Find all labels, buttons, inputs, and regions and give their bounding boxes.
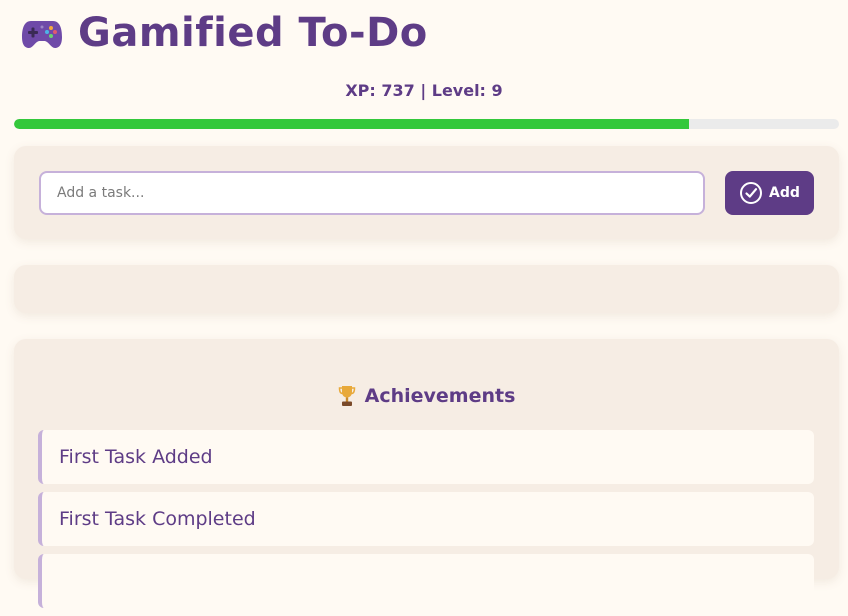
task-list-panel — [14, 265, 839, 313]
check-circle-icon — [740, 182, 763, 204]
add-task-panel: Add — [14, 146, 839, 239]
achievement-label: First Task Added — [59, 446, 213, 468]
achievements-list: First Task Added First Task Completed — [38, 430, 814, 616]
achievements-panel: Achievements First Task Added First Task… — [14, 339, 839, 608]
app-title: Gamified To-Do — [78, 10, 428, 56]
xp-progress-bar — [14, 119, 839, 129]
app-header: Gamified To-Do — [20, 8, 428, 58]
achievements-title: Achievements — [364, 385, 516, 407]
achievement-label: First Task Completed — [59, 508, 256, 530]
xp-progress-fill — [14, 119, 689, 129]
achievement-item — [38, 554, 814, 608]
xp-level-status: XP: 737 | Level: 9 — [345, 81, 503, 100]
achievement-item: First Task Added — [38, 430, 814, 484]
achievements-heading: Achievements — [14, 385, 839, 407]
add-button-label: Add — [769, 185, 800, 201]
achievement-item: First Task Completed — [38, 492, 814, 546]
gamepad-icon — [22, 21, 62, 48]
add-task-button[interactable]: Add — [725, 171, 814, 215]
trophy-icon — [338, 386, 355, 406]
task-input[interactable] — [39, 171, 705, 215]
